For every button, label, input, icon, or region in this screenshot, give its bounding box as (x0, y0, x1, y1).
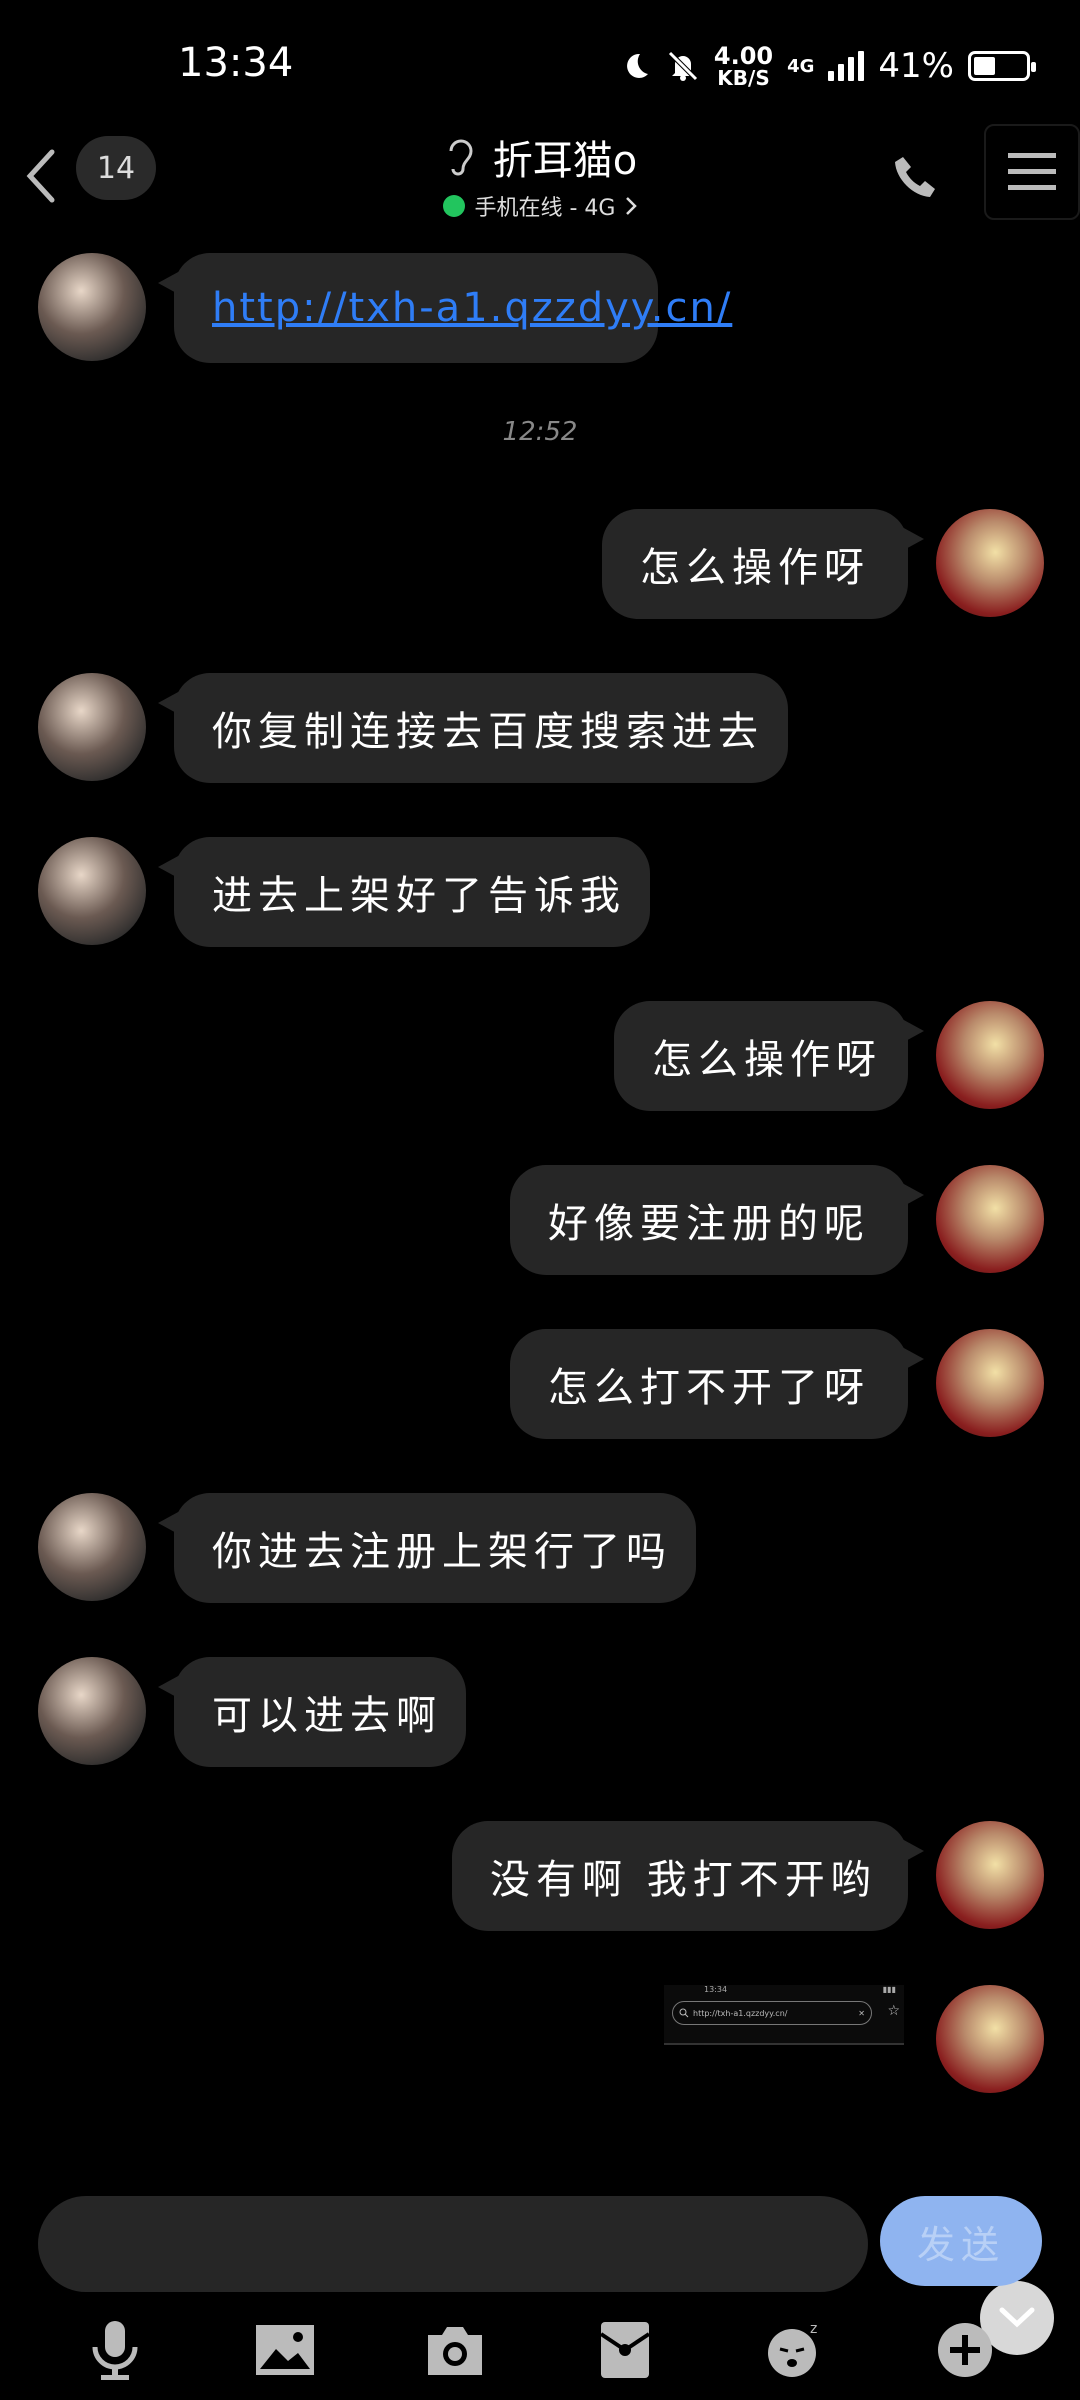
contact-avatar[interactable] (38, 837, 146, 945)
red-packet-icon (599, 2322, 651, 2378)
red-packet-button[interactable] (590, 2315, 660, 2385)
network-speed: 4.00 KB/S (713, 42, 774, 90)
camera-icon (428, 2327, 482, 2375)
back-button[interactable] (16, 140, 76, 210)
thumb-time: 13:34 (704, 1985, 728, 1994)
my-avatar[interactable] (936, 1821, 1044, 1929)
message-text: 没有啊 我打不开哟 (490, 1857, 877, 1903)
menu-button[interactable] (984, 124, 1080, 220)
message-list[interactable]: http://txh-a1.qzzdyy.cn/ 12:52 怎么操作呀 你复制… (0, 245, 1080, 2355)
signal-icon (828, 51, 865, 81)
battery-percent: 41% (878, 46, 954, 86)
message-link[interactable]: http://txh-a1.qzzdyy.cn/ (212, 285, 732, 331)
plus-icon (938, 2323, 992, 2377)
message-bubble[interactable]: 你复制连接去百度搜索进去 (158, 673, 788, 783)
message-bubble[interactable]: 怎么打不开了呀 (510, 1329, 924, 1439)
my-avatar[interactable] (936, 1329, 1044, 1437)
camera-button[interactable] (420, 2315, 490, 2385)
star-icon: ☆ (887, 2003, 900, 2019)
contact-avatar[interactable] (38, 1657, 146, 1765)
image-message[interactable]: 13:34 ▮▮▮ http://txh-a1.qzzdyy.cn/ ✕ ☆ (664, 1985, 904, 2045)
contact-avatar[interactable] (38, 1493, 146, 1601)
message-bubble[interactable]: 怎么操作呀 (602, 509, 924, 619)
svg-text:z: z (810, 2321, 817, 2337)
status-bar: 13:34 4.00 KB/S 4G 41% (0, 0, 1080, 120)
thumb-status: ▮▮▮ (882, 1985, 896, 1994)
my-avatar[interactable] (936, 509, 1044, 617)
composer-toolbar: z (0, 2300, 1080, 2400)
message-bubble[interactable]: 进去上架好了告诉我 (158, 837, 650, 947)
message-text: 进去上架好了告诉我 (212, 873, 626, 919)
message-bubble[interactable]: 好像要注册的呢 (510, 1165, 924, 1275)
contact-title[interactable]: 折耳猫o 手机在线 - 4G (360, 128, 720, 222)
message-text: 怎么操作呀 (640, 545, 870, 591)
chevron-left-icon (26, 149, 55, 203)
message-bubble[interactable]: 没有啊 我打不开哟 (452, 1821, 924, 1931)
my-avatar[interactable] (936, 1165, 1044, 1273)
mute-bell-icon (668, 51, 698, 81)
sticker-icon: z (768, 2321, 817, 2377)
online-dot (442, 195, 465, 217)
voice-call-button[interactable] (880, 142, 950, 212)
status-time: 13:34 (178, 40, 294, 86)
message-bubble[interactable]: 你进去注册上架行了吗 (158, 1493, 696, 1603)
message-bubble[interactable]: 怎么操作呀 (614, 1001, 924, 1111)
hamburger-icon (1008, 153, 1056, 190)
battery-icon (968, 51, 1036, 81)
message-input[interactable] (38, 2196, 868, 2292)
message-text: 好像要注册的呢 (548, 1201, 870, 1247)
contact-status: 手机在线 - 4G (474, 196, 616, 221)
contact-avatar[interactable] (38, 253, 146, 361)
thumb-url: http://txh-a1.qzzdyy.cn/ (693, 2008, 788, 2018)
ear-icon (449, 139, 473, 176)
my-avatar[interactable] (936, 1001, 1044, 1109)
contact-name: 折耳猫o (492, 138, 638, 184)
more-button[interactable] (930, 2315, 1000, 2385)
message-text: 你进去注册上架行了吗 (212, 1529, 672, 1575)
my-avatar[interactable] (936, 1985, 1044, 2093)
message-text: 你复制连接去百度搜索进去 (212, 709, 764, 755)
moon-icon (626, 53, 648, 78)
microphone-icon (92, 2321, 138, 2380)
send-button[interactable]: 发送 (880, 2196, 1042, 2286)
thumb-url-bar: http://txh-a1.qzzdyy.cn/ ✕ (672, 2001, 872, 2025)
image-picker-button[interactable] (250, 2315, 320, 2385)
unread-count-badge[interactable]: 14 (76, 136, 156, 200)
message-text: 可以进去啊 (212, 1693, 442, 1739)
search-icon (679, 2008, 689, 2018)
message-text: 怎么操作呀 (652, 1037, 882, 1083)
voice-input-button[interactable] (80, 2315, 150, 2385)
close-icon: ✕ (858, 2008, 865, 2018)
message-bubble[interactable]: http://txh-a1.qzzdyy.cn/ (158, 253, 730, 363)
composer: 发送 (0, 2190, 1080, 2292)
sticker-button[interactable]: z (760, 2315, 830, 2385)
message-text: 怎么打不开了呀 (548, 1365, 870, 1411)
contact-avatar[interactable] (38, 673, 146, 781)
message-bubble[interactable]: 可以进去啊 (158, 1657, 466, 1767)
phone-icon (895, 157, 935, 197)
image-icon (256, 2325, 314, 2375)
message-timestamp: 12:52 (502, 417, 578, 447)
chat-header: 14 折耳猫o 手机在线 - 4G (0, 120, 1080, 245)
network-type: 4G (787, 55, 815, 77)
chevron-right-icon (626, 197, 638, 215)
